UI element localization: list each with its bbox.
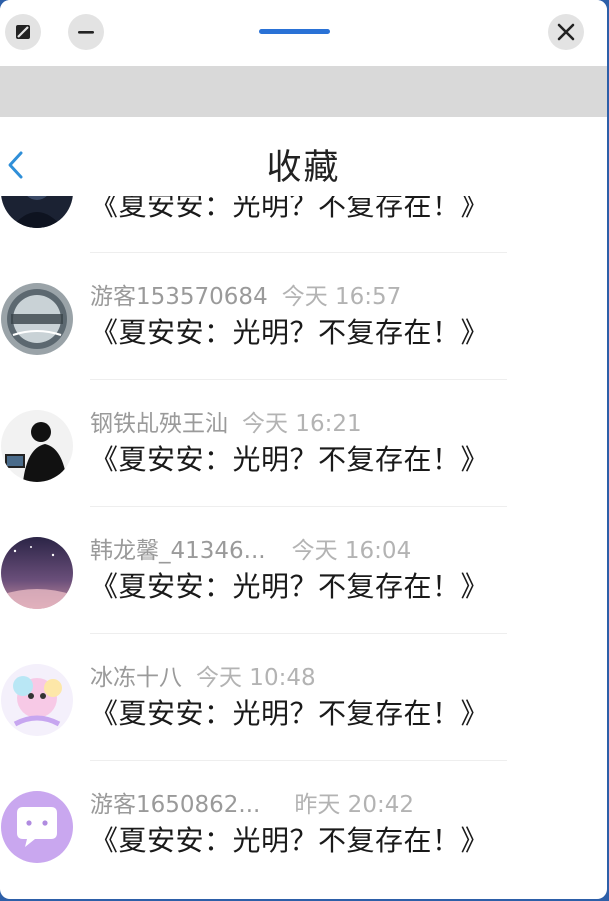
message-text: 《夏安安：光明？不复存在！》 <box>90 443 490 476</box>
list-item[interactable]: 游客153570684 今天 16:57 《夏安安：光明？不复存在！》 <box>0 253 607 380</box>
title-bar <box>0 0 607 66</box>
timestamp: 昨天 20:42 <box>294 792 414 818</box>
timestamp: 今天 16:57 <box>281 284 402 310</box>
message-text: 《夏安安：光明？不复存在！》 <box>90 316 490 349</box>
message-text: 《夏安安：光明？不复存在！》 <box>90 570 490 603</box>
restore-icon <box>16 25 30 39</box>
page-title: 收藏 <box>266 148 341 188</box>
username: 游客153570684 <box>90 284 268 310</box>
timestamp: 今天 10:48 <box>196 665 316 691</box>
timestamp: 今天 16:04 <box>291 538 412 564</box>
message-text: 《夏安安：光明？不复存在！》 <box>90 697 490 730</box>
drag-handle[interactable] <box>259 29 330 34</box>
avatar[interactable] <box>1 537 73 609</box>
avatar[interactable] <box>1 283 73 355</box>
list-item[interactable]: 钢铁乩殃王汕 今天 16:21 《夏安安：光明？不复存在！》 <box>0 380 607 507</box>
avatar[interactable] <box>1 410 73 482</box>
username: 冰冻十八 <box>90 665 182 691</box>
minimize-button[interactable] <box>68 14 104 50</box>
list-item[interactable]: 韩龙馨_41346... 今天 16:04 《夏安安：光明？不复存在！》 <box>0 507 607 634</box>
close-button[interactable] <box>548 14 584 50</box>
avatar[interactable] <box>1 664 73 736</box>
list-item[interactable]: 《夏安安：光明？不复存在！》 <box>0 196 607 253</box>
timestamp: 今天 16:21 <box>242 411 362 437</box>
username: 游客1650862... <box>90 792 261 818</box>
status-strip <box>0 66 607 117</box>
list-item[interactable]: 游客1650862... 昨天 20:42 《夏安安：光明？不复存在！》 <box>0 761 607 888</box>
message-text: 《夏安安：光明？不复存在！》 <box>90 196 490 222</box>
avatar[interactable] <box>1 196 73 228</box>
app-window: 收藏 《夏安安：光明？不复存在！》 游客153570684 今天 16:57 《… <box>0 0 607 899</box>
nav-header: 收藏 <box>0 117 607 196</box>
favorites-list: 《夏安安：光明？不复存在！》 游客153570684 今天 16:57 《夏安安：… <box>0 196 607 899</box>
avatar[interactable] <box>1 791 73 863</box>
restore-button[interactable] <box>5 14 41 50</box>
list-item[interactable]: 冰冻十八 今天 10:48 《夏安安：光明？不复存在！》 <box>0 634 607 761</box>
message-text: 《夏安安：光明？不复存在！》 <box>90 824 490 857</box>
username: 钢铁乩殃王汕 <box>90 411 228 437</box>
minimize-icon <box>78 31 94 34</box>
close-icon <box>557 23 575 41</box>
username: 韩龙馨_41346... <box>90 538 266 564</box>
